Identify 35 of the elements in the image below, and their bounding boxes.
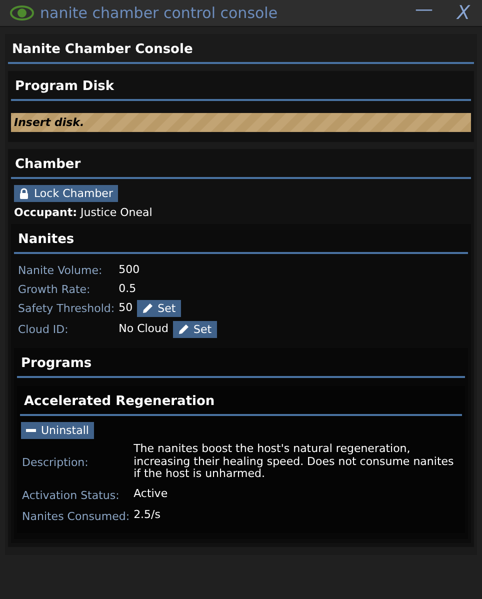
field-label: Nanites Consumed:: [22, 510, 130, 523]
section-title: Chamber: [11, 149, 471, 179]
field-label: Activation Status:: [22, 488, 120, 502]
field-label: Safety Threshold:: [18, 302, 115, 315]
lock-chamber-button[interactable]: Lock Chamber: [14, 185, 118, 202]
minimize-button[interactable]: —: [410, 0, 437, 20]
minus-icon: [26, 429, 36, 432]
field-label: Description:: [22, 456, 90, 470]
section-title: Programs: [17, 348, 465, 378]
field-value: 500: [118, 263, 140, 276]
section-title: Program Disk: [11, 71, 471, 101]
section-title: Nanite Chamber Console: [8, 34, 474, 64]
field-value: Active: [134, 488, 169, 501]
occupant-name: Justice Oneal: [80, 206, 152, 219]
close-button[interactable]: X: [452, 2, 474, 24]
field-value: 0.5: [118, 282, 136, 295]
uninstall-button[interactable]: Uninstall: [21, 422, 94, 439]
pencil-icon: [142, 303, 153, 314]
set-button[interactable]: Set: [172, 321, 217, 338]
notice-bar: Insert disk.: [11, 113, 471, 132]
pencil-icon: [178, 324, 188, 335]
field-value: 2.5/s: [134, 509, 162, 522]
set-button[interactable]: Set: [136, 300, 181, 317]
field-value: The nanites boost the host's natural regeneration, increasing their healing speed. Does not consume nanites if the host is unharmed.: [134, 443, 455, 481]
eye-icon: [10, 5, 34, 21]
field-label: Cloud ID:: [18, 323, 70, 336]
section-title: Nanites: [14, 224, 468, 254]
field-label: Nanite Volume:: [18, 264, 104, 277]
program-title: Accelerated Regeneration: [20, 386, 462, 416]
field-label: Growth Rate:: [18, 283, 92, 296]
field-value: 50: [118, 301, 133, 314]
field-value: No Cloud: [118, 322, 168, 335]
occupant-label: Occupant:: [14, 206, 78, 219]
window-title: nanite chamber control console: [40, 4, 278, 22]
lock-icon: [19, 188, 29, 199]
